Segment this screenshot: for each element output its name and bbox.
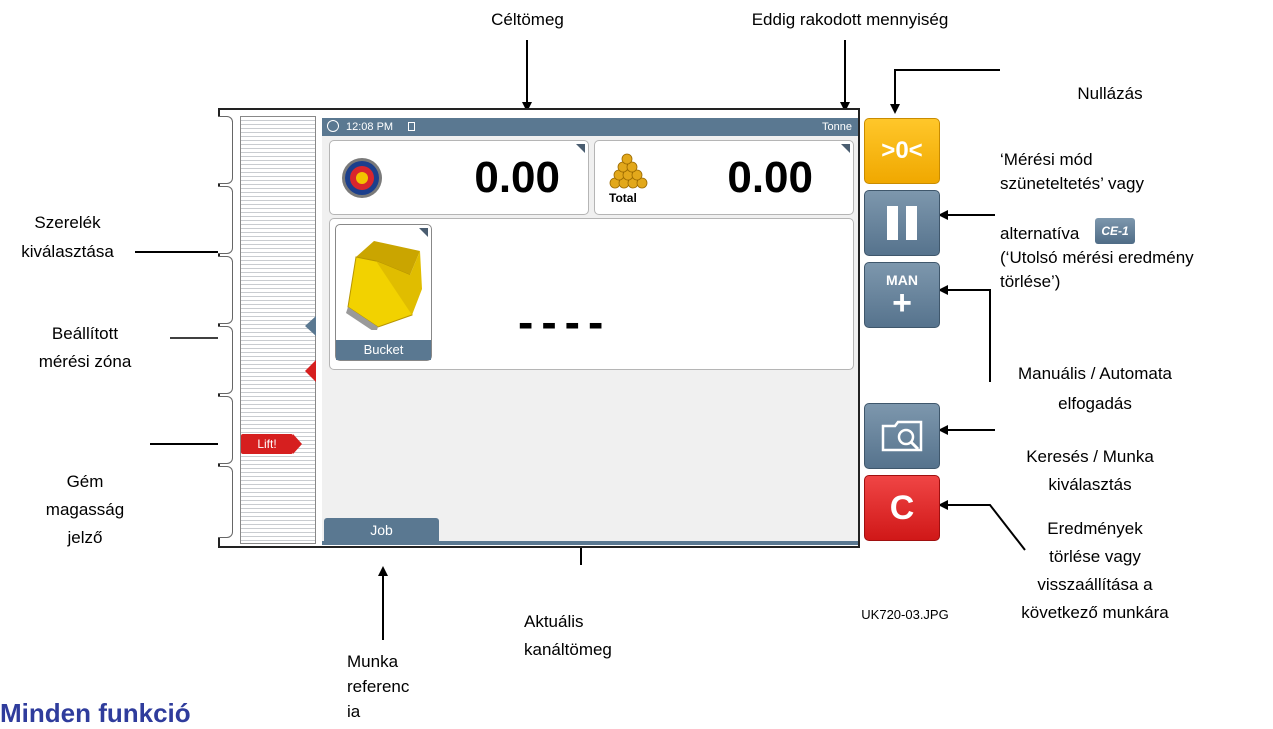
search-button[interactable] <box>864 403 940 469</box>
label-aktualis-1: Aktuális <box>524 612 584 631</box>
label-eddig: Eddig rakodott mennyiség <box>751 10 949 29</box>
zero-button[interactable]: >0< <box>864 118 940 184</box>
pause-icon <box>887 206 898 240</box>
label-eredmenyek-4: következő munkára <box>1021 603 1169 622</box>
target-weight-value: 0.00 <box>474 153 560 202</box>
status-time: 12:08 PM <box>346 121 394 133</box>
label-munka-3: ia <box>347 702 361 721</box>
arrow-nullazas <box>890 69 1000 114</box>
side-tab[interactable] <box>218 116 233 184</box>
target-weight-panel[interactable]: 0.00 <box>329 140 589 215</box>
search-folder-icon <box>881 420 923 452</box>
label-manualis-1: Manuális / Automata <box>1017 364 1173 383</box>
plus-icon: + <box>892 283 912 322</box>
lift-badge-pointer-icon <box>293 434 302 454</box>
zone-lower-marker-icon <box>305 360 316 382</box>
label-eredmenyek-2: törlése vagy <box>1049 547 1141 566</box>
clock-icon <box>327 120 339 132</box>
label-munka-1: Munka <box>347 652 399 671</box>
label-eredmenyek-3: visszaállítása a <box>1037 575 1153 594</box>
side-tab[interactable] <box>218 186 233 254</box>
label-aktualis-2: kanáltömeg <box>524 640 612 659</box>
manual-accept-button[interactable]: MAN + <box>864 262 940 328</box>
lift-badge: Lift! <box>241 434 293 454</box>
label-kereses-1: Keresés / Munka <box>1026 447 1154 466</box>
label-beallitott-1: Beállított <box>51 324 119 343</box>
side-tab[interactable] <box>218 396 233 464</box>
tab-job[interactable]: Job <box>324 518 439 542</box>
side-tabs <box>218 116 236 544</box>
bottom-bar <box>322 541 858 545</box>
label-alternativa: alternatíva <box>1000 224 1080 243</box>
label-szerelek-2: kiválasztása <box>21 242 114 261</box>
pause-button[interactable] <box>864 190 940 256</box>
status-bar: 12:08 PM Tonne <box>322 118 858 136</box>
total-weight-value: 0.00 <box>727 153 813 202</box>
side-tab[interactable] <box>218 326 233 394</box>
label-gem-3: jelző <box>67 528 103 547</box>
total-weight-panel[interactable]: Total 0.00 <box>594 140 854 215</box>
label-nullazas: Nullázás <box>1077 84 1143 103</box>
current-weight-value: ---- <box>518 296 612 348</box>
coin-pile-icon <box>609 153 648 189</box>
label-gem-2: magasság <box>45 500 125 519</box>
label-szerelek-1: Szerelék <box>34 213 101 232</box>
ce1-icon: CE-1 <box>1095 218 1135 244</box>
current-weight-panel: Bucket ---- <box>329 218 854 370</box>
label-kereses-2: kiválasztás <box>1048 475 1132 494</box>
section-heading: Minden funkció <box>0 698 191 728</box>
bucket-icon <box>346 241 422 330</box>
total-label: Total <box>609 191 637 205</box>
memo-icon <box>408 122 415 131</box>
label-beallitott-2: mérési zóna <box>38 352 132 371</box>
label-manualis-2: elfogadás <box>1058 394 1132 413</box>
side-tab[interactable] <box>218 466 233 538</box>
image-id-label: UK720-03.JPG <box>861 607 949 622</box>
panel-menu-corner-icon <box>841 144 850 153</box>
label-meresi-mod-2: szüneteltetés’ vagy <box>1000 174 1144 193</box>
zone-upper-marker-icon <box>305 316 316 336</box>
panel-menu-corner-icon <box>576 144 585 153</box>
label-celtomeg: Céltömeg <box>491 10 564 29</box>
side-tab[interactable] <box>218 256 233 324</box>
clear-button[interactable]: C <box>864 475 940 541</box>
attachment-select-button[interactable]: Bucket <box>335 224 432 361</box>
label-gem-1: Gém <box>66 472 104 491</box>
status-unit: Tonne <box>822 121 852 133</box>
label-eredmenyek-1: Eredmények <box>1047 519 1143 538</box>
target-icon <box>342 158 382 198</box>
attachment-label: Bucket <box>336 340 431 360</box>
label-utolso-2: törlése’) <box>1000 272 1061 291</box>
label-meresi-mod-1: ‘Mérési mód <box>1000 150 1093 169</box>
label-munka-2: referenc <box>347 677 410 696</box>
label-utolso-1: (‘Utolsó mérési eredmény <box>1000 248 1194 267</box>
arrow-man <box>938 285 991 382</box>
pause-icon-bar <box>906 206 917 240</box>
